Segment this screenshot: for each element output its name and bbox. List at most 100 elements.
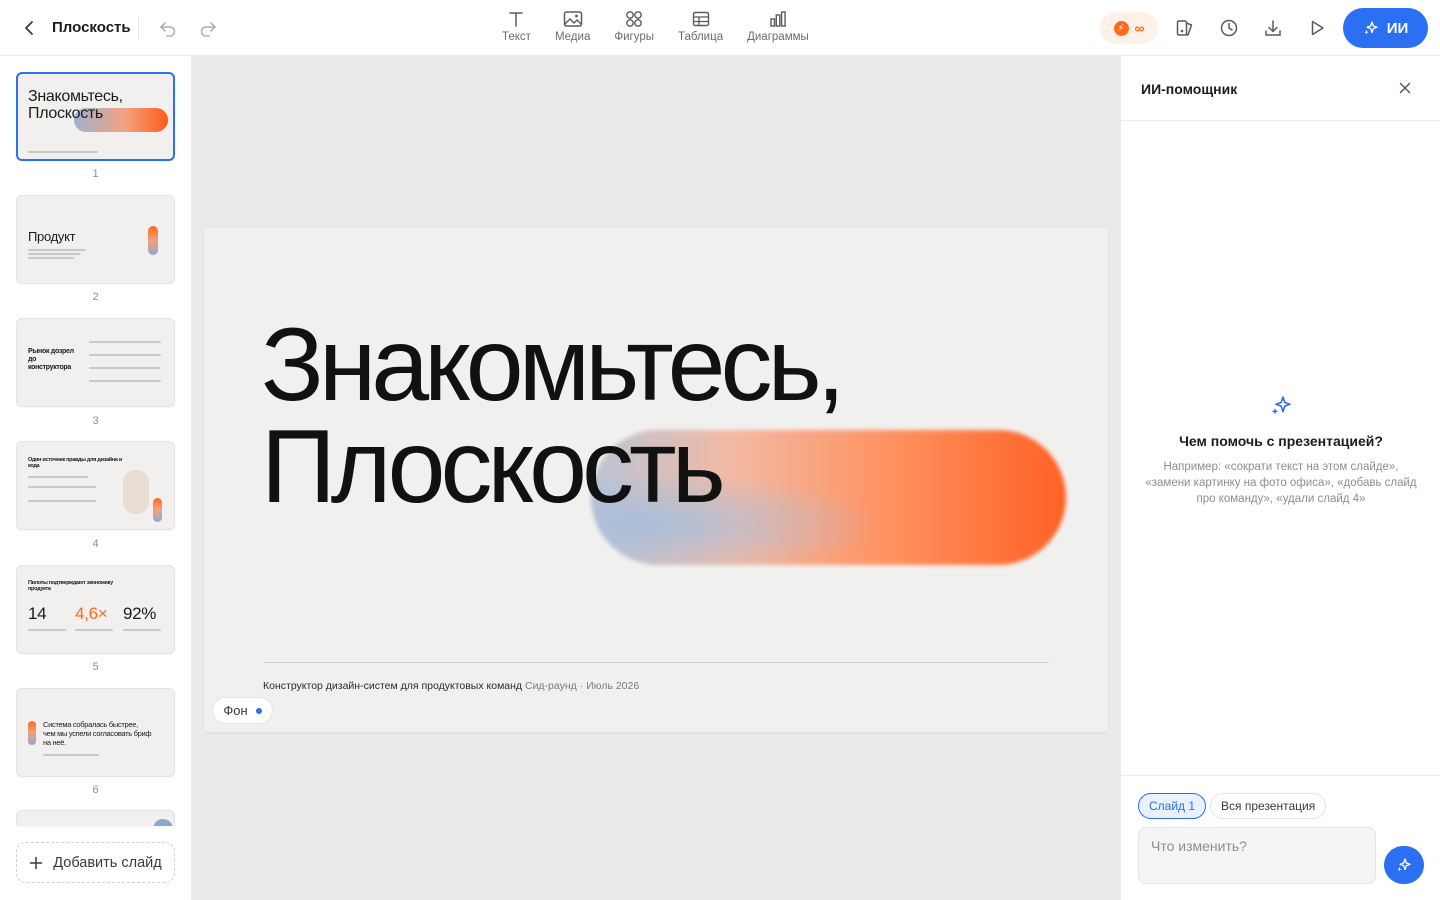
slide-number: 1 xyxy=(92,168,99,180)
document-title[interactable]: Плоскость xyxy=(52,19,131,36)
thumb-text-line xyxy=(89,367,161,369)
undo-icon xyxy=(160,22,176,37)
slide-number: 5 xyxy=(92,661,99,673)
slide-editor[interactable]: Знакомьтесь, Плоскость Конструктор дизай… xyxy=(204,228,1108,732)
thumb-text-line xyxy=(28,500,96,502)
thumb-title: Продукт xyxy=(28,229,76,244)
slide-title[interactable]: Знакомьтесь, Плоскость xyxy=(261,307,846,525)
ai-assistant-panel: ИИ-помощник Чем помочь с презентацией? Н… xyxy=(1120,56,1440,900)
thumb-text-line xyxy=(28,249,86,251)
sparkle-icon xyxy=(1364,21,1378,35)
tool-label: Медиа xyxy=(554,31,591,43)
plus-icon xyxy=(30,856,43,869)
sparkle-icon xyxy=(1397,858,1411,872)
footer-muted-text: Сид-раунд · Июль 2026 xyxy=(524,680,640,692)
tool-shapes[interactable]: Фигуры xyxy=(602,6,666,50)
thumb-text-line xyxy=(75,629,113,631)
toolbar-divider xyxy=(138,16,139,40)
slide-thumbnail-3[interactable]: Рынок дозрел до конструктора xyxy=(16,318,175,407)
thumb-title: Знакомьтесь, Плоскость xyxy=(28,88,123,122)
panel-title: ИИ-помощник xyxy=(1141,81,1238,97)
table-icon xyxy=(692,11,709,27)
add-slide-button[interactable]: Добавить слайд xyxy=(16,842,175,883)
credits-value: ∞ xyxy=(1134,20,1145,36)
present-button[interactable] xyxy=(1305,16,1329,40)
thumb-text-line xyxy=(28,629,66,631)
slide-number: 4 xyxy=(92,538,99,550)
thumb-text-line xyxy=(28,486,96,488)
ai-button[interactable]: ИИ xyxy=(1343,8,1428,48)
shapes-icon xyxy=(626,11,643,27)
add-slide-label: Добавить слайд xyxy=(53,854,162,871)
footer-main-text: Конструктор дизайн-систем для продуктовы… xyxy=(263,680,523,692)
slide-thumbnail-5[interactable]: Пилоты подтверждают экономику продукта 1… xyxy=(16,565,175,654)
thumb-text-line xyxy=(43,754,99,756)
slide-thumbnail-2[interactable]: Продукт xyxy=(16,195,175,284)
thumb-gradient-pill xyxy=(153,819,173,826)
assistant-composer: Слайд 1 Вся презентация xyxy=(1121,775,1440,900)
undo-button[interactable] xyxy=(156,16,180,40)
thumb-text-line xyxy=(123,629,161,631)
slides-sidebar: Знакомьтесь, Плоскость 1 Продукт 2 Рынок… xyxy=(0,56,192,900)
slide-title-line: Знакомьтесь, xyxy=(261,307,846,423)
thumb-quote: Система собралась быстрее, чем мы успели… xyxy=(43,720,152,747)
thumb-gradient-pill xyxy=(148,226,158,255)
scope-current-slide-chip[interactable]: Слайд 1 xyxy=(1138,793,1207,819)
slide-thumbnail-6[interactable]: Система собралась быстрее, чем мы успели… xyxy=(16,688,175,777)
tool-label: Диаграммы xyxy=(747,31,809,43)
credits-badge[interactable]: ⚡ ∞ xyxy=(1100,12,1158,44)
download-button[interactable] xyxy=(1261,16,1285,40)
assistant-question: Чем помочь с презентацией? xyxy=(1179,433,1383,449)
slide-thumbnail-7[interactable] xyxy=(16,810,175,826)
history-icon xyxy=(1220,19,1238,37)
tool-charts[interactable]: Диаграммы xyxy=(735,6,821,50)
thumb-text-line xyxy=(89,341,161,343)
slide-thumbnail-4[interactable]: Один источник правды для дизайна и кода xyxy=(16,441,175,530)
chart-icon xyxy=(770,11,786,27)
tool-label: Фигуры xyxy=(614,31,654,43)
thumb-text-line xyxy=(28,257,74,259)
history-button[interactable] xyxy=(1217,16,1241,40)
panel-header: ИИ-помощник xyxy=(1121,56,1440,121)
sparkle-icon xyxy=(1271,396,1291,415)
thumb-photo xyxy=(123,470,149,514)
top-toolbar: Плоскость Текст Медиа Фигуры Таблица Диа… xyxy=(0,0,1440,56)
tool-text[interactable]: Текст xyxy=(490,6,543,50)
slide-footer[interactable]: Конструктор дизайн-систем для продуктовы… xyxy=(263,680,639,692)
back-button[interactable] xyxy=(18,16,42,40)
send-button[interactable] xyxy=(1384,846,1424,884)
thumb-gradient-pill xyxy=(153,498,162,522)
close-icon xyxy=(1399,82,1411,94)
theme-button[interactable] xyxy=(1173,16,1197,40)
thumb-stat: 14 xyxy=(28,604,47,623)
thumb-title: Один источник правды для дизайна и кода xyxy=(28,457,122,469)
slide-title-line: Плоскость xyxy=(261,409,726,525)
bolt-icon: ⚡ xyxy=(1113,20,1129,36)
thumb-text-line xyxy=(28,151,98,153)
slide-number: 2 xyxy=(92,291,99,303)
ai-button-label: ИИ xyxy=(1386,19,1409,37)
tool-media[interactable]: Медиа xyxy=(543,6,602,50)
assistant-hint: Например: «сократи текст на этом слайде»… xyxy=(1145,461,1417,505)
thumb-text-line xyxy=(28,476,88,478)
tool-label: Таблица xyxy=(678,31,724,43)
assistant-empty-state: Чем помочь с презентацией? Например: «со… xyxy=(1141,394,1421,507)
thumb-text-line xyxy=(28,253,80,255)
close-panel-button[interactable] xyxy=(1395,78,1415,98)
thumb-title: Рынок дозрел до конструктора xyxy=(28,348,74,371)
slide-thumbnail-1[interactable]: Знакомьтесь, Плоскость xyxy=(16,72,175,161)
tool-table[interactable]: Таблица xyxy=(666,6,735,50)
scope-whole-presentation-chip[interactable]: Вся презентация xyxy=(1210,793,1327,819)
play-icon xyxy=(1311,20,1324,36)
assistant-prompt-input[interactable] xyxy=(1138,827,1376,884)
background-label: Фон xyxy=(223,703,248,718)
thumb-stat: 4,6× xyxy=(75,604,108,623)
thumb-text-line xyxy=(89,354,161,356)
background-button[interactable]: Фон xyxy=(212,697,273,724)
theme-icon xyxy=(1176,20,1193,36)
redo-button[interactable] xyxy=(196,16,220,40)
slide-canvas: Знакомьтесь, Плоскость Конструктор дизай… xyxy=(192,56,1120,900)
chevron-left-icon xyxy=(25,21,33,35)
background-color-dot xyxy=(255,707,262,714)
slide-number: 6 xyxy=(92,784,99,796)
